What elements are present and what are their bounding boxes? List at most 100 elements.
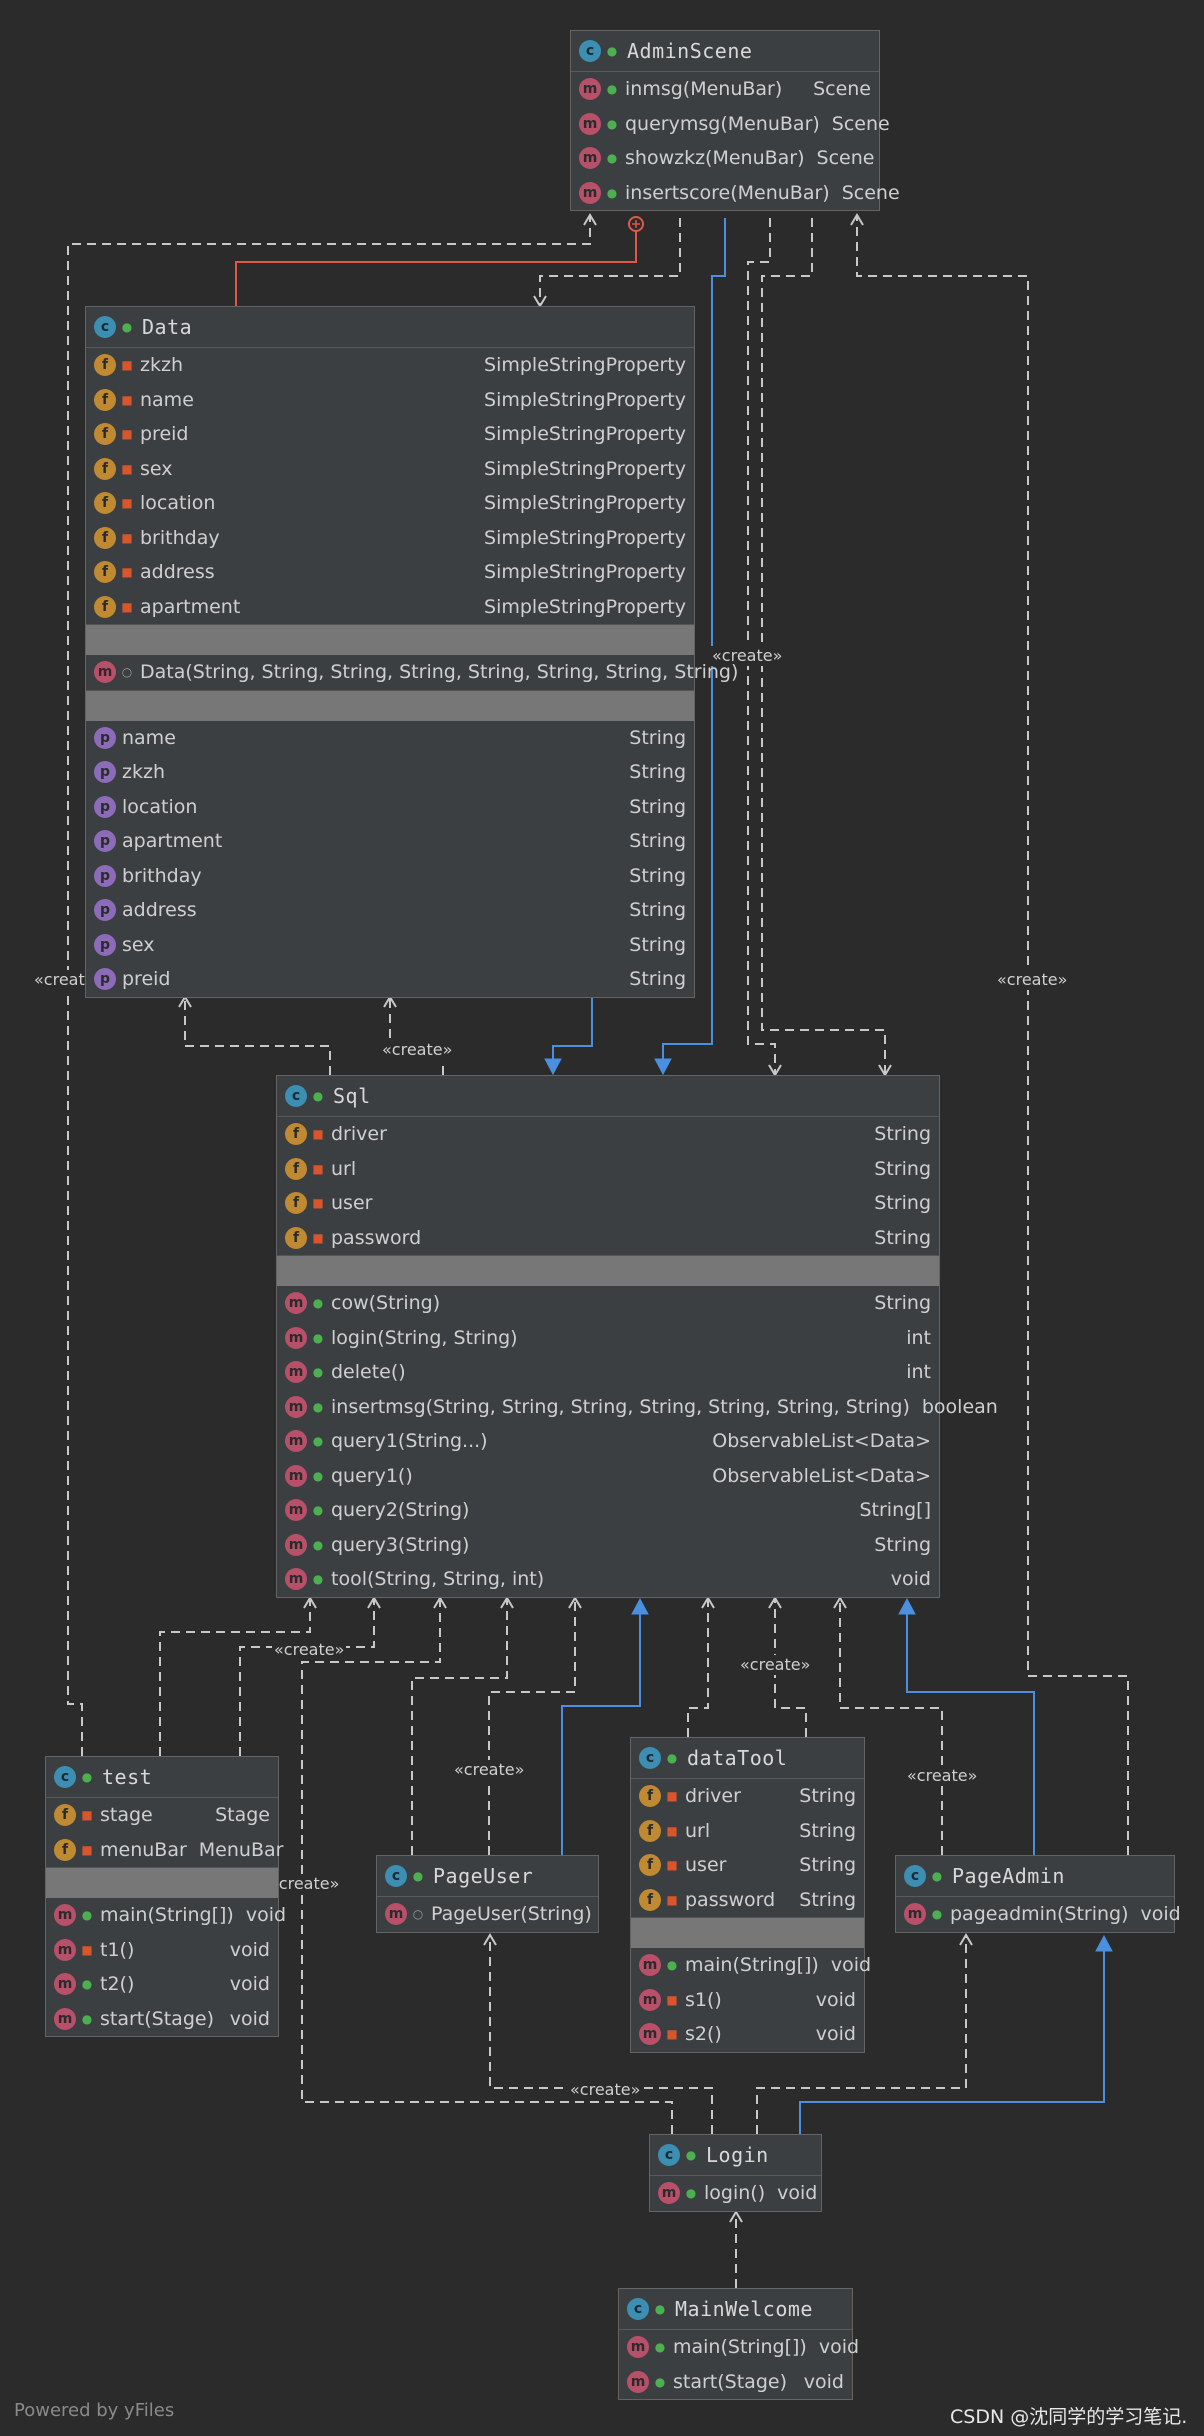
method-row: m ● insertmsg(String, String, String, Stri… <box>277 1390 998 1425</box>
public-icon: ● <box>606 116 618 131</box>
edge-test-sql-2 <box>239 1596 381 1756</box>
public-icon: ● <box>81 1908 93 1923</box>
property-row: p brithday String <box>86 859 694 894</box>
field-row: f ■ password String <box>631 1883 864 1918</box>
method-row: m ■ s2() void <box>631 2017 864 2052</box>
lock-icon: ■ <box>312 1196 324 1211</box>
field-row: f ■ menuBar MenuBar <box>46 1833 283 1868</box>
method-icon: m <box>54 1904 76 1927</box>
class-header: c ● AdminScene <box>571 31 879 72</box>
section-divider <box>277 1256 939 1286</box>
property-icon: p <box>94 933 116 956</box>
lock-icon: ■ <box>312 1230 324 1245</box>
method-icon: m <box>627 2370 649 2393</box>
lock-icon: ■ <box>666 1789 678 1804</box>
public-icon: ● <box>666 1751 678 1765</box>
edge-data-sql-inherit <box>544 997 593 1076</box>
create-label: «create» <box>452 1760 527 1780</box>
field-icon: f <box>639 1785 661 1808</box>
public-icon: ● <box>654 2340 666 2355</box>
class-pageuser[interactable]: c ● PageUser m ○ PageUser(String) <box>376 1855 599 1933</box>
method-row: m ● showzkz(MenuBar) Scene <box>571 141 879 176</box>
class-test[interactable]: c ● test f ■ stage Stage f ■ menuBar MenuBar m… <box>45 1756 286 2037</box>
lock-icon: ■ <box>121 358 133 373</box>
method-row: m ● main(String[]) void <box>631 1948 871 1983</box>
field-row: f ■ sex SimpleStringProperty <box>86 452 694 487</box>
public-icon: ● <box>931 1907 943 1922</box>
field-row: f ■ user String <box>277 1186 939 1221</box>
method-row: m ● pageadmin(String) void <box>896 1897 1181 1932</box>
lock-icon: ■ <box>666 2027 678 2042</box>
lock-icon: ■ <box>666 1858 678 1873</box>
property-icon: p <box>94 726 116 749</box>
class-mainwelcome[interactable]: c ● MainWelcome m ● main(String[]) void m ● s… <box>618 2288 859 2400</box>
section-divider <box>46 1868 278 1898</box>
package-icon: ○ <box>412 1907 424 1922</box>
class-icon: c <box>658 2144 680 2166</box>
class-name: PageAdmin <box>952 1864 1065 1888</box>
property-icon: p <box>94 795 116 818</box>
method-row: m ■ t1() void <box>46 1933 278 1968</box>
lock-icon: ■ <box>121 461 133 476</box>
class-icon: c <box>627 2298 649 2320</box>
property-icon: p <box>94 761 116 784</box>
public-icon: ● <box>685 2148 697 2162</box>
method-icon: m <box>54 1938 76 1961</box>
create-label: «create» <box>905 1766 980 1786</box>
public-icon: ● <box>81 1770 93 1784</box>
method-row: m ■ s1() void <box>631 1983 864 2018</box>
class-icon: c <box>285 1085 307 1107</box>
section-divider <box>86 625 694 655</box>
lock-icon: ■ <box>312 1127 324 1142</box>
class-sql[interactable]: c ● Sql f ■ driver String f ■ url String f ■ use… <box>276 1075 998 1598</box>
field-row: f ■ password String <box>277 1221 939 1256</box>
class-pageadmin[interactable]: c ● PageAdmin m ● pageadmin(String) void <box>895 1855 1181 1933</box>
public-icon: ● <box>666 1958 678 1973</box>
public-icon: ● <box>81 2011 93 2026</box>
field-icon: f <box>285 1123 307 1146</box>
class-icon: c <box>579 40 601 62</box>
field-icon: f <box>94 388 116 411</box>
public-icon: ● <box>412 1869 424 1883</box>
class-icon: c <box>385 1865 407 1887</box>
method-icon: m <box>627 2336 649 2359</box>
lock-icon: ■ <box>121 496 133 511</box>
property-row: p location String <box>86 790 694 825</box>
field-icon: f <box>639 1854 661 1877</box>
lock-icon: ■ <box>121 565 133 580</box>
class-icon: c <box>94 316 116 338</box>
class-adminscene[interactable]: c ● AdminScene m ● inmsg(MenuBar) Scene m ● q… <box>570 30 900 211</box>
class-header: c ● test <box>46 1757 278 1798</box>
lock-icon: ■ <box>666 1992 678 2007</box>
field-icon: f <box>94 595 116 618</box>
watermark: CSDN @沈同学的学习笔记. <box>950 2406 1188 2428</box>
class-datatool[interactable]: c ● dataTool f ■ driver String f ■ url String … <box>630 1737 871 2053</box>
method-icon: m <box>285 1292 307 1315</box>
inner-class-edge <box>235 216 644 306</box>
method-row: m ● cow(String) String <box>277 1286 939 1321</box>
section-divider <box>86 690 694 721</box>
lock-icon: ■ <box>312 1161 324 1176</box>
field-row: f ■ zkzh SimpleStringProperty <box>86 348 694 383</box>
method-row: m ● main(String[]) void <box>46 1898 286 1933</box>
public-icon: ● <box>312 1089 324 1103</box>
method-icon: m <box>639 1988 661 2011</box>
method-icon: m <box>94 661 116 684</box>
method-icon: m <box>285 1464 307 1487</box>
edge-data-admin-inner <box>235 228 637 306</box>
class-login[interactable]: c ● Login m ● login() void <box>649 2134 822 2212</box>
field-icon: f <box>639 1888 661 1911</box>
property-row: p address String <box>86 893 694 928</box>
edge-test-sql-1 <box>159 1596 317 1756</box>
footer-credit: Powered by yFiles <box>14 2400 175 2421</box>
lock-icon: ■ <box>81 1942 93 1957</box>
class-data[interactable]: c ● Data f ■ zkzh SimpleStringProperty f ■ na… <box>85 306 738 998</box>
public-icon: ● <box>312 1399 324 1414</box>
method-icon: m <box>579 181 601 204</box>
method-icon: m <box>285 1430 307 1453</box>
class-icon: c <box>904 1865 926 1887</box>
method-icon: m <box>285 1326 307 1349</box>
field-icon: f <box>285 1226 307 1249</box>
method-icon: m <box>579 147 601 170</box>
field-icon: f <box>54 1804 76 1827</box>
